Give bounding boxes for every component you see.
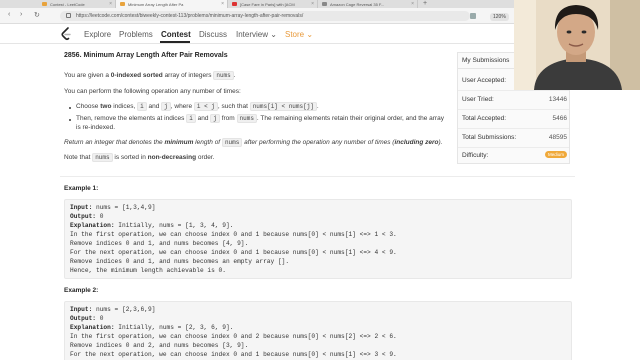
favicon-icon [120, 2, 125, 6]
bullet-icon [69, 107, 71, 109]
total-accepted-row: Total Accepted: 5466 [462, 115, 567, 122]
example-2-line: Remove indices 0 and 2, and nums becomes… [70, 342, 249, 349]
extension-icon[interactable] [470, 13, 476, 19]
divider [60, 176, 575, 177]
example-1-line: Hence, the minimum length achievable is … [70, 267, 226, 274]
favicon-icon [322, 2, 327, 6]
close-icon[interactable]: × [311, 1, 314, 7]
webcam-person-image [514, 0, 640, 90]
nav-contest[interactable]: Contest [161, 30, 191, 39]
example-1-code-block: Input: nums = [1,3,4,9] Output: 0 Explan… [64, 199, 572, 279]
browser-tab[interactable]: Amazon Cage Reversal 35 F... × [318, 0, 418, 8]
lock-icon [66, 13, 71, 18]
webcam-overlay [514, 0, 640, 90]
example-2-line: For the next operation, we can choose in… [70, 351, 397, 358]
difficulty-row: Difficulty: Medium [462, 151, 567, 159]
example-1-input: Input: nums = [1,3,4,9] [70, 204, 156, 211]
new-tab-button[interactable]: + [423, 0, 427, 7]
bullet-icon [69, 119, 71, 121]
favicon-icon [42, 2, 47, 6]
zoom-indicator[interactable]: 120% [490, 13, 509, 21]
close-icon[interactable]: × [221, 1, 224, 7]
nav-store[interactable]: Store ⌄ [285, 30, 313, 39]
forward-icon[interactable]: › [20, 11, 22, 18]
problem-title: 2856. Minimum Array Length After Pair Re… [64, 52, 228, 59]
close-icon[interactable]: × [109, 1, 112, 7]
difficulty-badge: Medium [544, 151, 567, 158]
example-2-code-block: Input: nums = [2,3,6,9] Output: 0 Explan… [64, 301, 572, 360]
example-2-line: In the first operation, we can choose in… [70, 333, 397, 340]
close-icon[interactable]: × [411, 1, 414, 7]
nav-interview[interactable]: Interview ⌄ [236, 30, 277, 39]
browser-tab[interactable]: Contest - LeetCode × [38, 0, 116, 8]
user-tried-row: User Tried: 13446 [462, 96, 567, 103]
example-2-output: Output: 0 [70, 315, 104, 322]
example-2-input: Input: nums = [2,3,6,9] [70, 306, 156, 313]
example-1-explanation: Explanation: Initially, nums = [1, 3, 4,… [70, 222, 234, 229]
url-text: https://leetcode.com/contest/biweekly-co… [76, 13, 304, 19]
active-nav-indicator [160, 41, 190, 43]
example-1-output: Output: 0 [70, 213, 104, 220]
example-1-title: Example 1: [64, 185, 99, 192]
divider [458, 109, 569, 110]
back-icon[interactable]: ‹ [8, 11, 10, 18]
example-1-line: For the next operation, we can choose in… [70, 249, 397, 256]
browser-tab[interactable]: [Case Fare in Paris] with [ACM × [228, 0, 318, 8]
nav-explore[interactable]: Explore [84, 30, 111, 39]
divider [458, 147, 569, 148]
problem-paragraph-given: You are given a 0-indexed sorted array o… [64, 71, 236, 80]
problem-note: Note that nums is sorted in non-decreasi… [64, 153, 215, 162]
operation-bullet-1: Choose two indices, i and j, where i < j… [76, 102, 319, 111]
example-2-explanation: Explanation: Initially, nums = [2, 3, 6,… [70, 324, 234, 331]
example-1-line: Remove indices 0 and 1, and nums becomes… [70, 258, 290, 265]
browser-tab-active[interactable]: Minimum Array Length After Pa × [116, 0, 228, 8]
example-2-title: Example 2: [64, 287, 99, 294]
problem-return-statement: Return an integer that denotes the minim… [64, 138, 443, 147]
nav-problems[interactable]: Problems [119, 30, 153, 39]
divider [458, 90, 569, 91]
operation-bullet-2-continued: is re-indexed. [76, 124, 116, 131]
example-1-line: In the first operation, we can choose in… [70, 231, 397, 238]
operation-bullet-2: Then, remove the elements at indices i a… [76, 114, 444, 123]
divider [458, 128, 569, 129]
total-submissions-row: Total Submissions: 48595 [462, 134, 567, 141]
example-1-line: Remove indices 0 and 1, and nums becomes… [70, 240, 249, 247]
chevron-down-icon: ⌄ [306, 30, 314, 39]
problem-paragraph-operation: You can perform the following operation … [64, 88, 241, 95]
reload-icon[interactable]: ↻ [34, 11, 40, 19]
chevron-down-icon: ⌄ [270, 30, 277, 39]
leetcode-logo-icon[interactable] [60, 27, 72, 41]
url-field[interactable]: https://leetcode.com/contest/biweekly-co… [60, 11, 470, 21]
nav-discuss[interactable]: Discuss [199, 30, 227, 39]
favicon-icon [232, 2, 237, 6]
